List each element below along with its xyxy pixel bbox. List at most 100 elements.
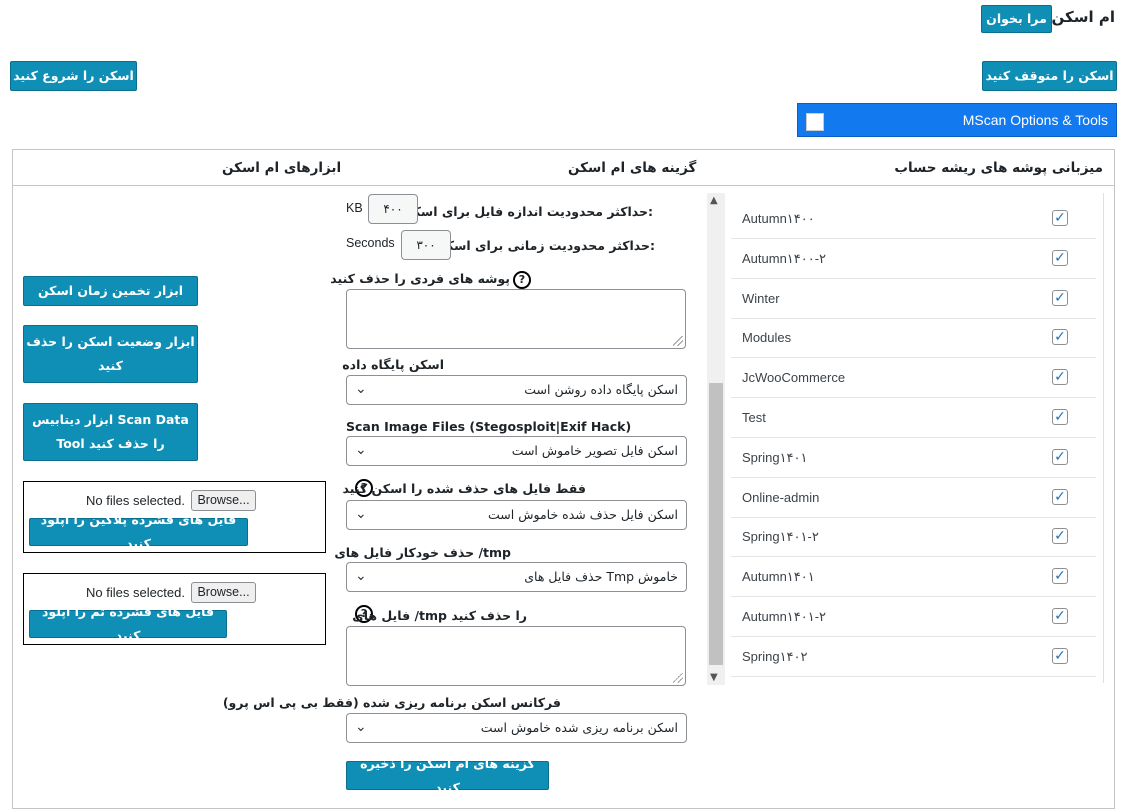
check-icon: ✓ [1054, 329, 1066, 346]
folder-row: Online-admin ✓ [731, 478, 1096, 518]
folder-checkbox[interactable]: ✓ [1052, 448, 1068, 465]
folder-row: Autumn۱۴۰۱-۲ ✓ [731, 597, 1096, 637]
db-scan-select[interactable]: اسکن پایگاه داده روشن است ⌄ [346, 375, 687, 405]
resize-grip-icon[interactable] [673, 673, 683, 683]
folder-name: Autumn۱۴۰۱-۲ [742, 609, 827, 624]
scroll-up-icon[interactable]: ▲ [710, 195, 718, 206]
plugin-upload-box: No files selected. Browse... فایل های فش… [23, 481, 326, 553]
folder-checkbox[interactable]: ✓ [1052, 369, 1068, 386]
check-icon: ✓ [1054, 409, 1066, 425]
tmp-exclude-label: فایل های /tmp را حذف کنید [352, 608, 527, 623]
folder-row: Spring۱۴۰۲ ✓ [731, 637, 1096, 677]
max-file-size-label: حداکثر محدودیت اندازه فایل برای اسکن: [402, 204, 653, 219]
scrollbar-thumb[interactable] [709, 383, 723, 665]
delete-scan-data-button[interactable]: ابزار دیتابیس Scan Data Tool را حذف کنید [23, 403, 198, 461]
folder-checkbox[interactable]: ✓ [1052, 409, 1068, 425]
folder-name: Test [742, 410, 766, 425]
folder-name: JcWooCommerce [742, 370, 846, 386]
options-tools-bar[interactable]: MScan Options & Tools [797, 103, 1117, 137]
stop-scan-button[interactable]: اسکن را متوقف کنید [982, 61, 1117, 91]
folder-checkbox[interactable]: ✓ [1052, 568, 1068, 585]
scroll-down-icon[interactable]: ▼ [710, 672, 718, 683]
folder-checkbox[interactable]: ✓ [1052, 249, 1068, 266]
start-scan-button[interactable]: اسکن را شروع کنید [10, 61, 137, 91]
tmp-autodelete-value: حذف فایل های Tmp خاموش [524, 569, 678, 584]
folder-row: Winter ✓ [731, 279, 1096, 319]
delete-scan-status-line1: ابزار وضعیت اسکن را حذف [26, 334, 195, 350]
db-scan-value: اسکن پایگاه داده روشن است [524, 382, 678, 397]
check-icon: ✓ [1054, 210, 1066, 226]
exclude-folders-label: پوشه های فردی را حذف کنید [330, 271, 510, 286]
folder-row: Autumn۱۴۰۰-۲ ✓ [731, 239, 1096, 279]
folder-checkbox[interactable]: ✓ [1052, 608, 1068, 624]
schedule-label: فرکانس اسکن برنامه ریزی شده (فقط بی پی ا… [222, 695, 561, 710]
folder-name: Online-admin [742, 489, 820, 505]
options-header: گزینه های ام اسکن [568, 160, 697, 176]
chevron-down-icon: ⌄ [355, 506, 367, 522]
tools-header: ابزارهای ام اسکن [222, 160, 342, 176]
folder-row: Autumn۱۴۰۱ ✓ [731, 557, 1096, 598]
folder-checkbox[interactable]: ✓ [1052, 210, 1068, 226]
schedule-select[interactable]: اسکن برنامه ریزی شده خاموش است ⌄ [346, 713, 687, 743]
image-scan-select[interactable]: اسکن فایل تصویر خاموش است ⌄ [346, 436, 687, 466]
delete-scan-data-line2: Tool را حذف کنید [56, 436, 165, 451]
check-icon: ✓ [1054, 369, 1066, 386]
folder-name: Autumn۱۴۰۰-۲ [742, 250, 827, 266]
root-folders-header: میزبانی پوشه های ریشه حساب [894, 160, 1103, 176]
deleted-scan-value: اسکن فایل حذف شده خاموش است [488, 507, 678, 522]
folder-checkbox[interactable]: ✓ [1052, 528, 1068, 545]
check-icon: ✓ [1054, 448, 1066, 465]
delete-scan-status-button[interactable]: ابزار وضعیت اسکن را حذف کنید [23, 325, 198, 383]
max-file-size-unit: KB [346, 201, 363, 215]
scan-time-estimate-button[interactable]: ابزار تخمین زمان اسکن [23, 276, 198, 306]
options-toggle-checkbox[interactable] [806, 113, 824, 131]
db-scan-label: اسکن پایگاه داده [342, 357, 444, 372]
theme-file-status: No files selected. [86, 585, 185, 600]
folder-name: Spring۱۴۰۱ [742, 449, 808, 465]
schedule-value: اسکن برنامه ریزی شده خاموش است [480, 720, 678, 735]
resize-grip-icon[interactable] [673, 336, 683, 346]
folder-row: Modules ✓ [731, 318, 1096, 359]
chevron-down-icon: ⌄ [355, 442, 367, 458]
folder-name: Autumn۱۴۰۰ [742, 211, 815, 226]
deleted-scan-label: فقط فایل های حذف شده را اسکن کنید [342, 481, 587, 496]
exclude-folders-textarea[interactable] [346, 289, 686, 349]
theme-upload-box: No files selected. Browse... فایل های فش… [23, 573, 326, 645]
tmp-autodelete-select[interactable]: حذف فایل های Tmp خاموش ⌄ [346, 562, 687, 592]
chevron-down-icon: ⌄ [355, 719, 367, 735]
check-icon: ✓ [1054, 608, 1066, 624]
save-options-button[interactable]: گزینه های ام اسکن را ذخیره کنید [346, 756, 549, 795]
check-icon: ✓ [1054, 528, 1066, 545]
exclude-folders-help-icon[interactable]: ? [511, 271, 531, 289]
delete-scan-status-line2: کنید [98, 358, 123, 373]
check-icon: ✓ [1054, 249, 1066, 266]
plugin-file-status: No files selected. [86, 493, 185, 508]
folder-row: Autumn۱۴۰۰ ✓ [731, 199, 1096, 239]
delete-scan-data-line1: ابزار دیتابیس Scan Data [32, 412, 189, 428]
upload-plugin-button[interactable]: فایل های فشرده پلاگین را آپلود کنید [29, 512, 248, 551]
folder-name: Modules [742, 330, 792, 346]
panel-header-divider [13, 185, 1114, 186]
folder-name: Autumn۱۴۰۱ [742, 569, 815, 585]
upload-theme-button[interactable]: فایل های فشرده تم را آپلود کنید [29, 604, 227, 643]
check-icon: ✓ [1054, 488, 1066, 505]
deleted-scan-select[interactable]: اسکن فایل حذف شده خاموش است ⌄ [346, 500, 687, 530]
folder-checkbox[interactable]: ✓ [1052, 329, 1068, 346]
folder-checkbox[interactable]: ✓ [1052, 289, 1068, 306]
options-bar-label: MScan Options & Tools [962, 112, 1108, 128]
folder-row: JcWooCommerce ✓ [731, 358, 1096, 399]
max-file-size-input[interactable]: ۴۰۰ [368, 194, 418, 224]
tmp-exclude-textarea[interactable] [346, 626, 686, 686]
image-scan-value: اسکن فایل تصویر خاموش است [511, 443, 678, 458]
read-me-button[interactable]: مرا بخوان [981, 5, 1052, 33]
chevron-down-icon: ⌄ [355, 381, 367, 397]
folder-name: Spring۱۴۰۲ [742, 648, 808, 664]
folder-row: Spring۱۴۰۱ ✓ [731, 438, 1096, 478]
folder-checkbox[interactable]: ✓ [1052, 647, 1068, 664]
folder-checkbox[interactable]: ✓ [1052, 488, 1068, 505]
max-time-input[interactable]: ۳۰۰ [401, 230, 451, 260]
check-icon: ✓ [1054, 289, 1066, 306]
max-time-unit: Seconds [346, 236, 395, 250]
folder-list-scrollbar[interactable]: ▲ ▼ [707, 193, 725, 685]
page-title: ام اسکن [1051, 8, 1115, 26]
